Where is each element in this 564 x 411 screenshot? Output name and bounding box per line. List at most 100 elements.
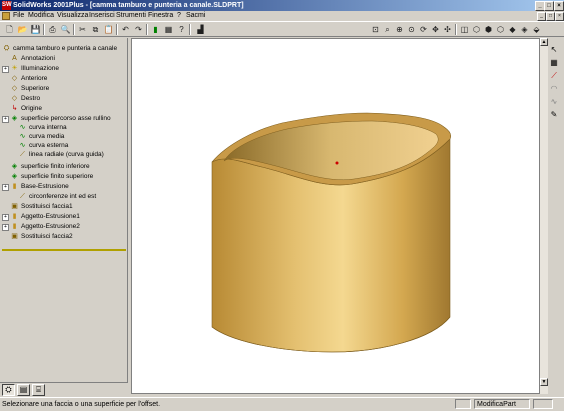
configuration-manager-tab[interactable]: ⌸ xyxy=(32,384,45,396)
window-title: SolidWorks 2001Plus - [camma tamburo e p… xyxy=(13,2,244,9)
panel-tabs: ⛭ ▤ ⌸ xyxy=(0,382,128,397)
status-bar: Selezionare una faccia o una superficie … xyxy=(0,397,564,410)
replace-face-icon: ▣ xyxy=(11,233,18,240)
close-button[interactable]: × xyxy=(554,1,564,11)
new-file-icon[interactable]: 🗋 xyxy=(4,24,15,35)
curve-icon: ∿ xyxy=(19,133,26,140)
view-front-icon[interactable]: ◫ xyxy=(459,24,470,35)
sketch-icon: ⟋ xyxy=(20,151,25,158)
options-icon[interactable]: ▦ xyxy=(163,24,174,35)
plane-icon: ◇ xyxy=(11,85,18,92)
menu-visualizza[interactable]: Visualizza xyxy=(57,11,88,21)
menu-bar: File Modifica Visualizza Inserisci Strum… xyxy=(0,11,564,21)
menu-sacmi[interactable]: Sacmi xyxy=(186,11,205,21)
paste-icon[interactable]: 📋 xyxy=(103,24,114,35)
scroll-down-icon[interactable]: ▼ xyxy=(540,378,548,386)
pencil-icon[interactable]: ✎ xyxy=(548,109,560,120)
feature-manager-tree: ⛭ camma tamburo e punteria a canale A Ann… xyxy=(0,38,128,382)
extrude-icon: ▮ xyxy=(12,183,17,190)
rotate-icon[interactable]: ⟳ xyxy=(418,24,429,35)
save-icon[interactable]: 💾 xyxy=(30,24,41,35)
menu-modifica[interactable]: Modifica xyxy=(28,11,54,21)
tree-item-label: curva media xyxy=(29,133,65,140)
standard-views-icon[interactable]: ✣ xyxy=(442,24,453,35)
toolbar-separator xyxy=(146,24,148,35)
menu-file[interactable]: File xyxy=(13,11,24,21)
menu-finestra[interactable]: Finestra xyxy=(148,11,173,21)
solidworks-app-icon[interactable]: SW xyxy=(2,1,12,10)
toolbar-separator xyxy=(189,24,191,35)
graphics-viewport[interactable] xyxy=(131,38,540,394)
tree-item-label: Sostituisci faccia1 xyxy=(21,203,73,210)
grid-icon[interactable]: ▦ xyxy=(548,57,560,68)
document-icon[interactable] xyxy=(2,12,10,20)
menu-inserisci[interactable]: Inserisci xyxy=(89,11,115,21)
hidden-lines-icon[interactable]: ⬡ xyxy=(495,24,506,35)
section-icon[interactable]: ⬙ xyxy=(531,24,542,35)
surface-icon: ◈ xyxy=(11,163,18,170)
extrude-icon: ▮ xyxy=(12,213,17,220)
toolbar-separator xyxy=(455,24,457,35)
expand-icon[interactable]: + xyxy=(2,224,9,231)
tree-item-label: Destro xyxy=(21,95,41,102)
tree-item-label: Aggetto-Estrusione2 xyxy=(21,223,80,230)
rollback-bar[interactable] xyxy=(2,249,126,251)
help-icon[interactable]: ? xyxy=(176,24,187,35)
scroll-up-icon[interactable]: ▲ xyxy=(540,38,548,46)
surface-icon: ◈ xyxy=(11,115,18,122)
open-icon[interactable]: 📂 xyxy=(17,24,28,35)
rebuild-icon[interactable]: ▮ xyxy=(150,24,161,35)
pan-icon[interactable]: ✥ xyxy=(430,24,441,35)
vertical-scrollbar[interactable]: ▲ ▼ xyxy=(540,38,548,394)
expand-icon[interactable]: + xyxy=(2,66,9,73)
undo-icon[interactable]: ↶ xyxy=(120,24,131,35)
sketch-icon: ⟋ xyxy=(20,193,25,200)
part-model[interactable] xyxy=(132,39,539,393)
spline-tool-icon[interactable]: ∿ xyxy=(548,96,560,107)
maximize-button[interactable]: □ xyxy=(544,1,554,11)
zoom-area-icon[interactable]: ⌕ xyxy=(382,24,393,35)
tree-item-label: Illuminazione xyxy=(21,65,59,72)
cut-icon[interactable]: ✂ xyxy=(77,24,88,35)
standard-toolbar: 🗋 📂 💾 ⎙ 🔍 ✂ ⧉ 📋 ↶ ↷ ▮ ▦ ? ▟ ⊡ ⌕ ⊕ ⊙ ⟳ ✥ … xyxy=(0,21,564,37)
redo-icon[interactable]: ↷ xyxy=(133,24,144,35)
doc-minimize-button[interactable]: _ xyxy=(537,12,546,21)
tree-item-label: Anteriore xyxy=(21,75,48,82)
view-iso-icon[interactable]: ⬡ xyxy=(471,24,482,35)
expand-icon[interactable]: + xyxy=(2,184,9,191)
zoom-select-icon[interactable]: ⊙ xyxy=(406,24,417,35)
tree-item-label: Superiore xyxy=(21,85,50,92)
print-preview-icon[interactable]: 🔍 xyxy=(60,24,71,35)
zoom-fit-icon[interactable]: ⊡ xyxy=(370,24,381,35)
perspective-icon[interactable]: ◈ xyxy=(519,24,530,35)
tree-item-label: Aggetto-Estrusione1 xyxy=(21,213,80,220)
menu-help[interactable]: ? xyxy=(177,11,181,21)
zoom-in-out-icon[interactable]: ⊕ xyxy=(394,24,405,35)
plane-icon: ◇ xyxy=(11,75,18,82)
arc-tool-icon[interactable]: ◠ xyxy=(548,83,560,94)
doc-close-button[interactable]: × xyxy=(555,12,564,21)
extrude-icon: ▮ xyxy=(12,223,17,230)
copy-icon[interactable]: ⧉ xyxy=(90,24,101,35)
print-icon[interactable]: ⎙ xyxy=(47,24,58,35)
annotations-icon: A xyxy=(12,55,17,62)
feature-manager-tab[interactable]: ⛭ xyxy=(2,384,15,396)
toolbar-separator xyxy=(116,24,118,35)
property-manager-tab[interactable]: ▤ xyxy=(17,384,30,396)
expand-icon[interactable]: + xyxy=(2,214,9,221)
expand-icon[interactable]: + xyxy=(2,116,9,123)
line-tool-icon[interactable]: ⟋ xyxy=(548,70,560,81)
wireframe-icon[interactable]: ⬢ xyxy=(483,24,494,35)
shaded-icon[interactable]: ◆ xyxy=(507,24,518,35)
origin-marker xyxy=(335,161,339,165)
menu-strumenti[interactable]: Strumenti xyxy=(116,11,146,21)
tree-item-label: circonferenze int ed est xyxy=(29,193,97,200)
sketch-toolbar: ↖ ▦ ⟋ ◠ ∿ ✎ xyxy=(548,40,562,380)
toolbar-separator xyxy=(43,24,45,35)
select-arrow-icon[interactable]: ↖ xyxy=(548,44,560,55)
doc-restore-button[interactable]: □ xyxy=(546,12,555,21)
replace-face-icon: ▣ xyxy=(11,203,18,210)
surface-icon: ◈ xyxy=(11,173,18,180)
sketch-icon[interactable]: ▟ xyxy=(195,24,206,35)
tree-item-label: Sostituisci faccia2 xyxy=(21,233,73,240)
